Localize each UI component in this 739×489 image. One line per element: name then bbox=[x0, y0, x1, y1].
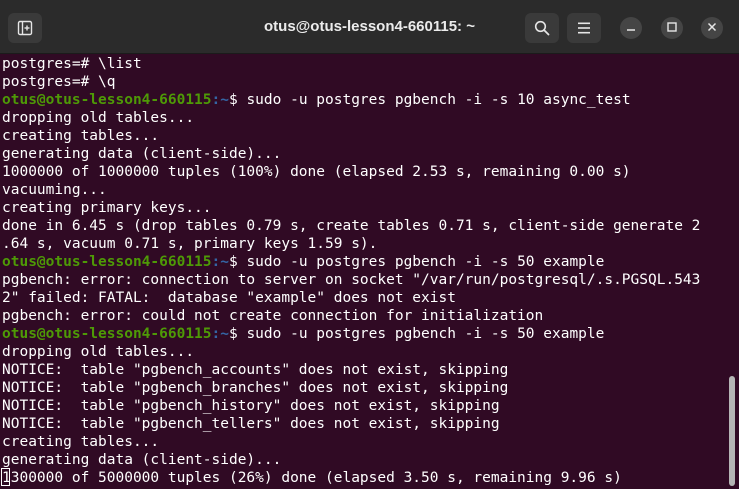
hamburger-menu-icon bbox=[577, 22, 591, 34]
line-text: 2" failed: FATAL: database "example" doe… bbox=[2, 290, 456, 306]
line-text: generating data (client-side)... bbox=[2, 146, 282, 162]
terminal-line: NOTICE: table "pgbench_history" does not… bbox=[2, 397, 500, 415]
line-text: $ sudo -u postgres pgbench -i -s 50 exam… bbox=[228, 254, 605, 270]
maximize-button[interactable] bbox=[661, 17, 683, 39]
terminal-window: otus@otus-lesson4-660115: ~ postgres=# \… bbox=[0, 0, 739, 489]
terminal-line: dropping old tables... bbox=[2, 109, 194, 127]
terminal-line: generating data (client-side)... bbox=[2, 451, 281, 469]
prompt-path: :~ bbox=[211, 254, 229, 270]
line-text: pgbench: error: could not create connect… bbox=[2, 308, 544, 324]
line-text: postgres=# \q bbox=[2, 74, 116, 90]
terminal-line: 1300000 of 5000000 tuples (26%) done (el… bbox=[2, 469, 622, 487]
terminal-line: 1000000 of 1000000 tuples (100%) done (e… bbox=[2, 163, 631, 181]
scrollbar[interactable] bbox=[726, 54, 739, 489]
line-text: NOTICE: table "pgbench_accounts" does no… bbox=[2, 362, 509, 378]
line-text: dropping old tables... bbox=[2, 344, 195, 360]
line-text: $ sudo -u postgres pgbench -i -s 10 asyn… bbox=[228, 92, 631, 108]
close-button[interactable] bbox=[701, 17, 723, 39]
terminal-line: vacuuming... bbox=[2, 181, 107, 199]
line-text: creating tables... bbox=[2, 434, 160, 450]
line-text: dropping old tables... bbox=[2, 110, 195, 126]
terminal-line: NOTICE: table "pgbench_tellers" does not… bbox=[2, 415, 500, 433]
title-bar[interactable]: otus@otus-lesson4-660115: ~ bbox=[0, 0, 739, 54]
line-text: 1000000 of 1000000 tuples (100%) done (e… bbox=[2, 164, 631, 180]
terminal-line: 2" failed: FATAL: database "example" doe… bbox=[2, 289, 456, 307]
minimize-button[interactable] bbox=[620, 17, 642, 39]
terminal-line: dropping old tables... bbox=[2, 343, 194, 361]
terminal-line: NOTICE: table "pgbench_branches" does no… bbox=[2, 379, 508, 397]
new-tab-button[interactable] bbox=[8, 13, 42, 43]
terminal-output[interactable]: postgres=# \list postgres=# \q otus@otus-l… bbox=[0, 54, 726, 489]
maximize-icon bbox=[667, 19, 677, 37]
line-text: NOTICE: table "pgbench_tellers" does not… bbox=[2, 416, 500, 432]
terminal-line: postgres=# \list bbox=[2, 55, 142, 73]
line-text: generating data (client-side)... bbox=[2, 452, 282, 468]
new-tab-icon bbox=[17, 20, 33, 36]
minimize-icon bbox=[626, 19, 636, 37]
scrollbar-thumb[interactable] bbox=[729, 376, 735, 486]
close-icon bbox=[707, 19, 717, 37]
terminal-line: otus@otus-lesson4-660115:~$ sudo -u post… bbox=[2, 91, 631, 109]
line-text: $ sudo -u postgres pgbench -i -s 50 exam… bbox=[228, 326, 605, 342]
line-text: NOTICE: table "pgbench_branches" does no… bbox=[2, 380, 509, 396]
search-button[interactable] bbox=[525, 13, 559, 43]
line-text: 1300000 of 5000000 tuples (26%) done (el… bbox=[2, 470, 622, 486]
line-text: creating tables... bbox=[2, 128, 160, 144]
terminal-line: otus@otus-lesson4-660115:~$ sudo -u post… bbox=[2, 253, 604, 271]
terminal-line: NOTICE: table "pgbench_accounts" does no… bbox=[2, 361, 508, 379]
terminal-line: postgres=# \q bbox=[2, 73, 116, 91]
line-text: creating primary keys... bbox=[2, 200, 212, 216]
prompt-user-host: otus@otus-lesson4-660115 bbox=[2, 326, 212, 342]
prompt-path: :~ bbox=[211, 326, 229, 342]
prompt-path: :~ bbox=[211, 92, 229, 108]
line-text: vacuuming... bbox=[2, 182, 107, 198]
prompt-user-host: otus@otus-lesson4-660115 bbox=[2, 92, 212, 108]
terminal-line: pgbench: error: could not create connect… bbox=[2, 307, 543, 325]
prompt-user-host: otus@otus-lesson4-660115 bbox=[2, 254, 212, 270]
terminal-line: generating data (client-side)... bbox=[2, 145, 281, 163]
line-text: postgres=# \list bbox=[2, 56, 142, 72]
line-text: NOTICE: table "pgbench_history" does not… bbox=[2, 398, 500, 414]
text-cursor bbox=[1, 468, 10, 486]
terminal-line: pgbench: error: connection to server on … bbox=[2, 271, 700, 289]
terminal-line: .64 s, vacuum 0.71 s, primary keys 1.59 … bbox=[2, 235, 377, 253]
terminal-line: creating tables... bbox=[2, 127, 159, 145]
line-text: pgbench: error: connection to server on … bbox=[2, 272, 701, 288]
terminal-line: done in 6.45 s (drop tables 0.79 s, crea… bbox=[2, 217, 700, 235]
terminal-line: creating tables... bbox=[2, 433, 159, 451]
terminal-line: otus@otus-lesson4-660115:~$ sudo -u post… bbox=[2, 325, 604, 343]
line-text: done in 6.45 s (drop tables 0.79 s, crea… bbox=[2, 218, 701, 234]
terminal-line: creating primary keys... bbox=[2, 199, 212, 217]
search-icon bbox=[534, 20, 550, 36]
menu-button[interactable] bbox=[567, 13, 601, 43]
line-text: .64 s, vacuum 0.71 s, primary keys 1.59 … bbox=[2, 236, 378, 252]
